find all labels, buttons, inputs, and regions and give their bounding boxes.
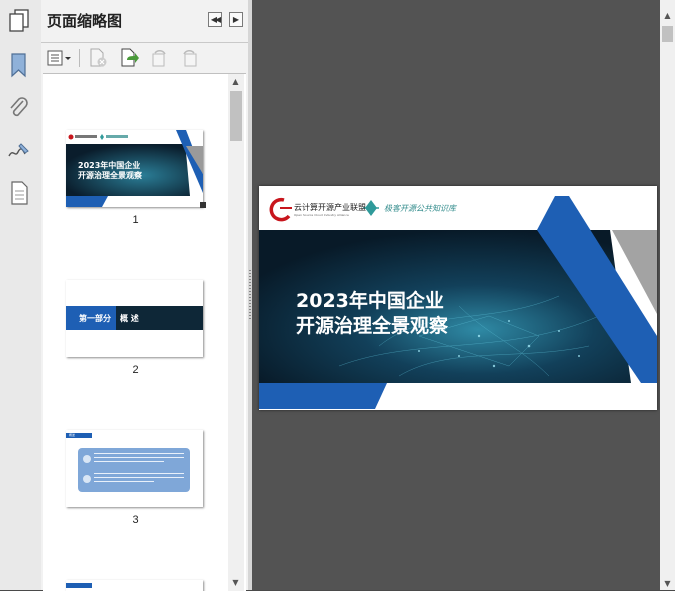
page-icon[interactable] xyxy=(6,178,32,208)
delete-page-button[interactable] xyxy=(87,48,109,68)
bottom-blue-bar xyxy=(259,383,387,409)
org-name: 云计算开源产业联盟 xyxy=(294,203,366,212)
thumbnail-page-header: 概述 xyxy=(69,433,76,437)
thumbnail-toolbar xyxy=(41,43,248,73)
panel-options-button[interactable]: ▶ xyxy=(229,12,243,27)
scroll-up-arrow[interactable]: ▲ xyxy=(228,74,243,88)
thumbnail-label-2: 2 xyxy=(132,364,139,376)
thumbnail-list[interactable]: 2023年中国企业 开源治理全景观察 1 第一部分 概 述 2 概述 3 ▲ ▼ xyxy=(43,73,246,591)
panel-header: 页面缩略图 ◀◀ ▶ xyxy=(41,0,248,43)
double-chevron-left-icon: ◀◀ xyxy=(210,15,221,24)
knowledge-base-name: 极客开源公共知识库 xyxy=(384,204,456,213)
signature-icon[interactable] xyxy=(6,136,32,166)
rotate-right-icon xyxy=(183,50,197,67)
page-thumbnail-3[interactable]: 概述 xyxy=(66,430,203,507)
page-thumbnails-icon[interactable] xyxy=(6,6,32,36)
thumbnail-heading: 概 述 xyxy=(120,314,139,323)
org-name-en: Open Source Cloud Industry Alliance xyxy=(294,213,349,217)
scroll-down-arrow[interactable]: ▼ xyxy=(228,575,243,589)
cover-title-line1: 2023年中国企业 xyxy=(296,290,444,312)
svg-text:开源治理全景观察: 开源治理全景观察 xyxy=(78,170,143,180)
delete-page-icon xyxy=(90,48,107,67)
document-scrollbar[interactable]: ▲ ▼ xyxy=(660,0,675,590)
thumbnail-scrollbar[interactable]: ▲ ▼ xyxy=(228,74,244,591)
thumbnail-section: 第一部分 xyxy=(79,314,111,323)
page-thumbnail-4[interactable] xyxy=(66,580,203,591)
panel-title: 页面缩略图 xyxy=(47,13,123,30)
thumbnail-label-1: 1 xyxy=(132,214,139,226)
rotate-right-button[interactable] xyxy=(179,48,201,68)
thumbnails-panel: 页面缩略图 ◀◀ ▶ 2023年中国企业 开源治理全景观察 1 第一部分 概 述… xyxy=(41,0,249,591)
doc-scroll-up-arrow[interactable]: ▲ xyxy=(660,8,675,22)
svg-text:2023年中国企业: 2023年中国企业 xyxy=(78,160,140,170)
chevron-right-icon: ▶ xyxy=(232,15,240,24)
document-page: 云计算开源产业联盟 Open Source Cloud Industry All… xyxy=(259,186,657,410)
bookmark-icon[interactable] xyxy=(6,50,32,80)
page-thumbnail-2[interactable]: 第一部分 概 述 xyxy=(66,280,203,357)
options-menu-button[interactable] xyxy=(46,48,74,68)
thumbnail-resize-handle[interactable] xyxy=(200,202,206,208)
insert-page-icon xyxy=(121,48,139,67)
cover-title-line2: 开源治理全景观察 xyxy=(296,315,449,337)
alliance-logo xyxy=(269,197,292,222)
scrollbar-thumb[interactable] xyxy=(230,91,242,141)
rotate-left-icon xyxy=(152,50,166,67)
toolbar-divider xyxy=(79,49,80,67)
insert-page-button[interactable] xyxy=(118,48,140,68)
thumbnail-label-3: 3 xyxy=(132,514,139,526)
paperclip-icon[interactable] xyxy=(6,93,32,123)
rotate-left-button[interactable] xyxy=(148,48,170,68)
doc-scroll-down-arrow[interactable]: ▼ xyxy=(660,576,675,590)
list-options-icon xyxy=(47,50,71,66)
collapse-panel-button[interactable]: ◀◀ xyxy=(208,12,222,27)
navigation-rail xyxy=(0,0,42,590)
doc-scrollbar-thumb[interactable] xyxy=(662,26,673,42)
page-thumbnail-1[interactable]: 2023年中国企业 开源治理全景观察 xyxy=(66,130,203,207)
